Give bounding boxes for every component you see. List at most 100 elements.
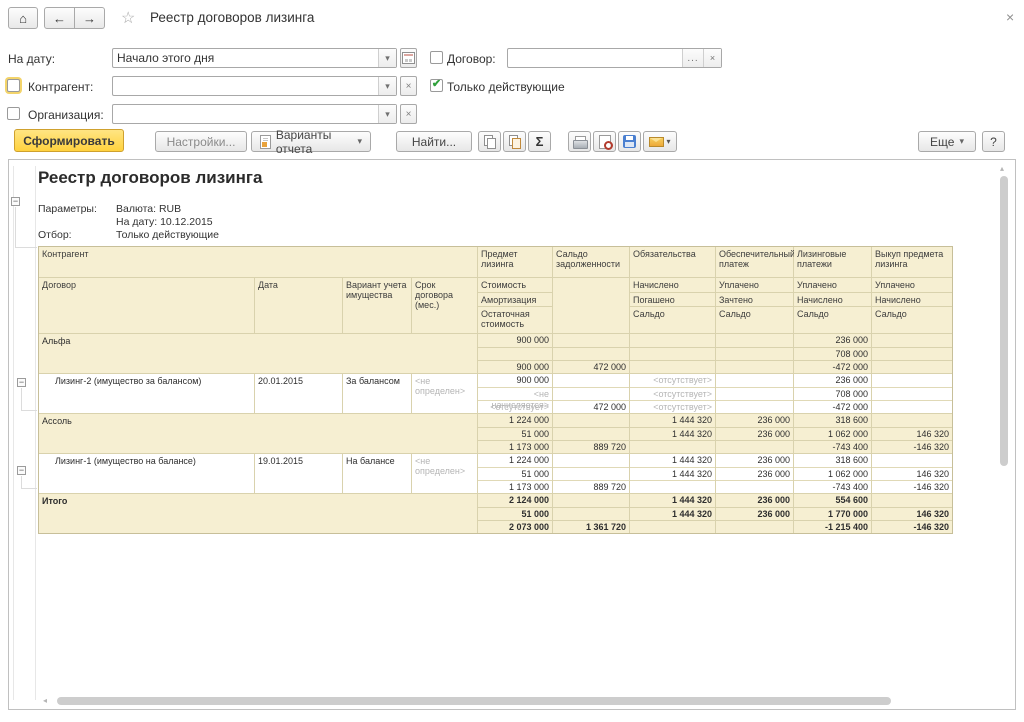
cell-date[interactable]: 19.01.2015 [255, 454, 343, 493]
organization-filter-input[interactable] [113, 105, 378, 123]
clear-icon[interactable]: × [703, 49, 721, 67]
cell-value[interactable]: 1 444 320 [630, 454, 715, 467]
save-button[interactable] [618, 131, 641, 152]
cell-value[interactable]: 236 000 [716, 507, 793, 520]
cell-value[interactable]: <отсутствует> [630, 374, 715, 387]
cell-value[interactable]: 1 444 320 [630, 467, 715, 480]
cell-value[interactable]: 1 173 000 [478, 480, 552, 493]
cell-group-name[interactable]: Итого [39, 494, 478, 533]
cell-value[interactable] [872, 360, 952, 373]
organization-filter-field[interactable]: ▾ [112, 104, 397, 124]
counterparty-filter-input[interactable] [113, 77, 378, 95]
cell-value[interactable]: 889 720 [553, 440, 629, 453]
forward-button[interactable]: → [74, 7, 105, 29]
cell-value[interactable]: 2 124 000 [478, 494, 552, 507]
cell-value[interactable]: 2 073 000 [478, 520, 552, 533]
cell-value[interactable]: 1 361 720 [553, 520, 629, 533]
cell-value[interactable] [553, 507, 629, 520]
cell-value[interactable] [553, 427, 629, 440]
cell-value[interactable]: 1 062 000 [794, 427, 871, 440]
scroll-left-icon[interactable]: ◂ [43, 696, 47, 705]
cell-value[interactable]: <отсутствует> [478, 400, 552, 413]
cell-value[interactable] [630, 360, 715, 373]
cell-value[interactable] [630, 334, 715, 347]
cell-value[interactable]: 900 000 [478, 334, 552, 347]
cell-value[interactable]: -146 320 [872, 480, 952, 493]
cell-value[interactable] [716, 520, 793, 533]
chevron-down-icon[interactable]: ▾ [378, 105, 396, 123]
sum-button[interactable]: Σ [528, 131, 551, 152]
cell-value[interactable] [872, 347, 952, 360]
contract-filter-field[interactable]: ... × [507, 48, 722, 68]
cell-value[interactable]: 1 062 000 [794, 467, 871, 480]
vertical-scrollbar-thumb[interactable] [1000, 176, 1008, 466]
cell-value[interactable]: 236 000 [794, 334, 871, 347]
horizontal-scrollbar-thumb[interactable] [57, 697, 891, 705]
cell-value[interactable]: 51 000 [478, 467, 552, 480]
cell-value[interactable] [872, 387, 952, 400]
calendar-button[interactable] [400, 48, 417, 68]
organization-filter-checkbox[interactable] [7, 107, 20, 120]
chevron-down-icon[interactable]: ▾ [378, 77, 396, 95]
cell-group-name[interactable]: Ассоль [39, 414, 478, 453]
cell-value[interactable]: 472 000 [553, 400, 629, 413]
cell-value[interactable]: 1 224 000 [478, 454, 552, 467]
cell-value[interactable]: 51 000 [478, 427, 552, 440]
favorite-icon[interactable]: ☆ [121, 8, 135, 28]
cell-value[interactable]: 1 444 320 [630, 494, 715, 507]
cell-value[interactable] [872, 454, 952, 467]
contract-filter-input[interactable] [508, 49, 682, 67]
cell-value[interactable]: 1 770 000 [794, 507, 871, 520]
generate-button[interactable]: Сформировать [14, 129, 124, 152]
cell-value[interactable]: 1 444 320 [630, 427, 715, 440]
cell-value[interactable] [716, 400, 793, 413]
more-button[interactable]: Еще ▾ [918, 131, 976, 152]
cell-value[interactable] [872, 334, 952, 347]
cell-value[interactable] [553, 387, 629, 400]
back-button[interactable]: ← [44, 7, 75, 29]
send-mail-button[interactable]: ▾ [643, 131, 677, 152]
collapse-group-assol-button[interactable]: − [17, 466, 26, 475]
cell-value[interactable] [553, 494, 629, 507]
cell-value[interactable]: 236 000 [716, 467, 793, 480]
cell-value[interactable] [872, 494, 952, 507]
report-variants-button[interactable]: Варианты отчета ▾ [251, 131, 371, 152]
cell-value[interactable]: -146 320 [872, 520, 952, 533]
collapse-report-button[interactable]: − [11, 197, 20, 206]
cell-value[interactable] [872, 400, 952, 413]
cell-value[interactable] [716, 334, 793, 347]
cell-value[interactable] [553, 414, 629, 427]
cell-value[interactable] [716, 347, 793, 360]
cell-value[interactable]: <отсутствует> [630, 400, 715, 413]
contract-filter-checkbox[interactable] [430, 51, 443, 64]
cell-contract-name[interactable]: Лизинг-1 (имущество на балансе) [39, 454, 255, 493]
cell-value[interactable] [630, 480, 715, 493]
cell-value[interactable]: <не начисляется> [478, 387, 552, 400]
cell-variant[interactable]: На балансе [343, 454, 412, 493]
cell-value[interactable]: 1 444 320 [630, 507, 715, 520]
cell-value[interactable]: -743 400 [794, 440, 871, 453]
active-only-checkbox[interactable]: ✔ [430, 79, 443, 92]
cell-value[interactable]: 318 600 [794, 454, 871, 467]
cell-value[interactable]: 146 320 [872, 507, 952, 520]
cell-value[interactable]: 236 000 [794, 374, 871, 387]
date-filter-input[interactable] [113, 49, 378, 67]
cell-contract-name[interactable]: Лизинг-2 (имущество за балансом) [39, 374, 255, 413]
settings-button[interactable]: Настройки... [155, 131, 247, 152]
home-button[interactable]: ⌂ [8, 7, 38, 29]
cell-value[interactable]: 554 600 [794, 494, 871, 507]
cell-value[interactable] [553, 454, 629, 467]
counterparty-clear-button[interactable]: × [400, 76, 417, 96]
counterparty-filter-field[interactable]: ▾ [112, 76, 397, 96]
cell-value[interactable] [553, 334, 629, 347]
cell-value[interactable] [716, 360, 793, 373]
copy-button[interactable] [478, 131, 501, 152]
cell-value[interactable]: -146 320 [872, 440, 952, 453]
cell-value[interactable] [630, 520, 715, 533]
cell-value[interactable]: -472 000 [794, 400, 871, 413]
cell-value[interactable]: <отсутствует> [630, 387, 715, 400]
cell-value[interactable]: 889 720 [553, 480, 629, 493]
counterparty-filter-checkbox[interactable] [7, 79, 20, 92]
cell-value[interactable] [872, 374, 952, 387]
cell-value[interactable]: 146 320 [872, 427, 952, 440]
